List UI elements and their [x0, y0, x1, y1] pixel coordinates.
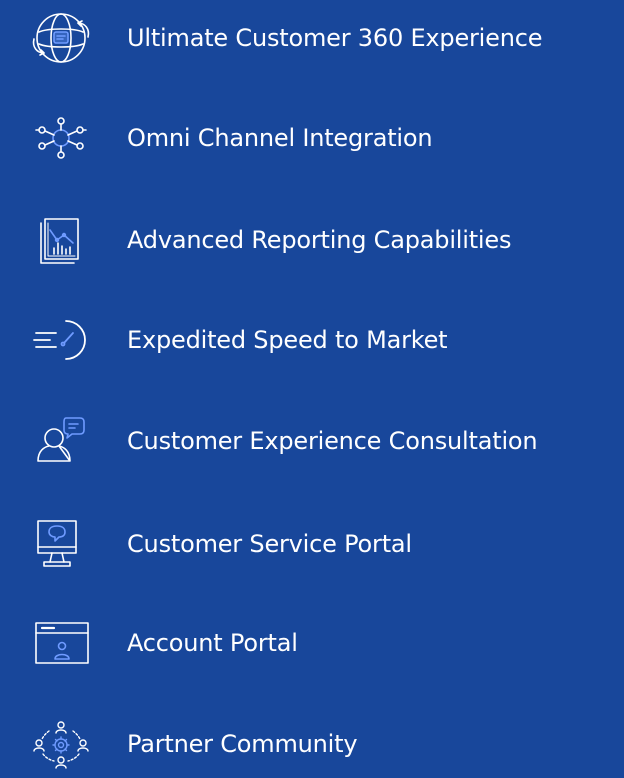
community-network-icon: [28, 714, 94, 774]
feature-item-reporting: Advanced Reporting Capabilities: [0, 210, 624, 270]
feature-item-account-portal: Account Portal: [0, 613, 624, 673]
feature-label: Account Portal: [127, 629, 298, 657]
speedometer-icon: [28, 310, 94, 370]
feature-item-partner-community: Partner Community: [0, 714, 624, 774]
feature-label: Omni Channel Integration: [127, 124, 433, 152]
feature-label: Partner Community: [127, 730, 358, 758]
report-chart-icon: [28, 210, 94, 270]
feature-label: Expedited Speed to Market: [127, 326, 448, 354]
feature-list: Ultimate Customer 360 Experience Omni Ch…: [0, 0, 624, 778]
person-chat-icon: [28, 411, 94, 471]
feature-label: Ultimate Customer 360 Experience: [127, 24, 543, 52]
monitor-chat-icon: [28, 514, 94, 574]
feature-item-speed: Expedited Speed to Market: [0, 310, 624, 370]
feature-item-customer-360: Ultimate Customer 360 Experience: [0, 8, 624, 68]
browser-account-icon: [28, 613, 94, 673]
feature-item-consultation: Customer Experience Consultation: [0, 411, 624, 471]
feature-label: Customer Service Portal: [127, 530, 412, 558]
customer-360-icon: [28, 8, 94, 68]
feature-label: Customer Experience Consultation: [127, 427, 538, 455]
feature-item-omni-channel: Omni Channel Integration: [0, 108, 624, 168]
feature-label: Advanced Reporting Capabilities: [127, 226, 512, 254]
network-nodes-icon: [28, 108, 94, 168]
feature-item-service-portal: Customer Service Portal: [0, 514, 624, 574]
